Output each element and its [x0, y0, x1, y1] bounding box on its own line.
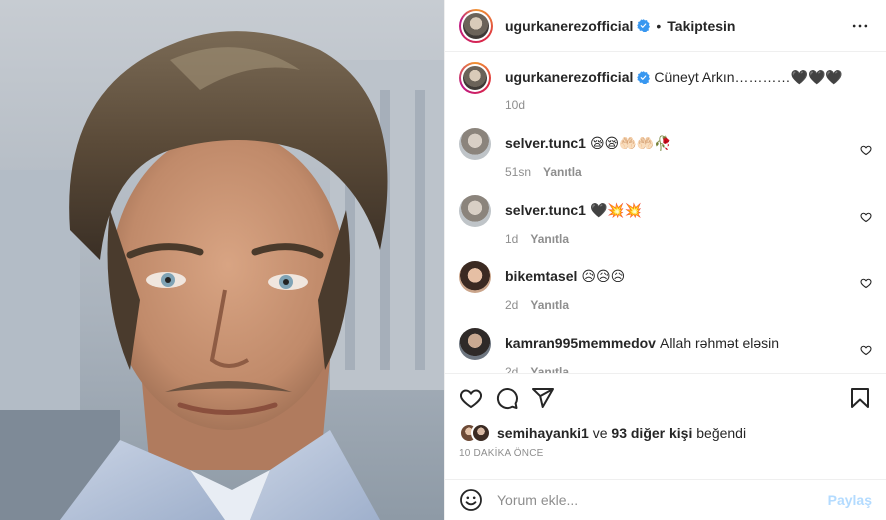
- likes-summary[interactable]: semihayanki1 ve 93 diğer kişi beğendi: [459, 422, 872, 444]
- comment-like-heart-icon[interactable]: [860, 344, 872, 356]
- post-header: ugurkanerezofficial • Takiptesin: [445, 0, 886, 52]
- post-timestamp: 10 DAKİKA ÖNCE: [459, 448, 544, 459]
- post-actions: semihayanki1 ve 93 diğer kişi beğendi 10…: [445, 373, 886, 466]
- post-side-panel: ugurkanerezofficial • Takiptesin ugurkan…: [444, 0, 886, 520]
- emoji-icon[interactable]: [459, 488, 483, 512]
- more-options-icon[interactable]: [848, 14, 872, 38]
- comment-item: kamran995memmedov Allah rəhmət eləsin 2d Y…: [459, 327, 872, 374]
- comment-text: 😪😪🤲🏻🤲🏻🥀: [589, 135, 672, 151]
- commenter-avatar[interactable]: [459, 194, 491, 227]
- comment-time: 2d: [505, 364, 519, 374]
- share-icon[interactable]: [531, 386, 555, 410]
- instagram-post-modal: ugurkanerezofficial • Takiptesin ugurkan…: [0, 0, 886, 520]
- author-username[interactable]: ugurkanerezofficial: [505, 18, 633, 34]
- comment-username[interactable]: selver.tunc1: [505, 135, 586, 151]
- liker-avatar: [471, 423, 491, 443]
- comments-list[interactable]: ugurkanerezofficial Cüneyt Arkın…………🖤🖤🖤 1…: [445, 52, 886, 373]
- caption-time: 10d: [505, 98, 526, 112]
- commenter-avatar[interactable]: [459, 327, 491, 360]
- heart-icon[interactable]: [459, 386, 483, 410]
- reply-button[interactable]: Yanıtla: [543, 165, 582, 179]
- header-separator: •: [656, 17, 662, 34]
- author-avatar[interactable]: [459, 8, 493, 43]
- comment-item: selver.tunc1 😪😪🤲🏻🤲🏻🥀 51sn Yanıtla: [459, 128, 872, 195]
- post-image[interactable]: [0, 0, 444, 520]
- comment-username[interactable]: selver.tunc1: [505, 202, 586, 218]
- comment-item: selver.tunc1 🖤💥💥 1d Yanıtla: [459, 194, 872, 262]
- likes-others[interactable]: 93 diğer kişi: [611, 425, 692, 441]
- likes-suffix: beğendi: [696, 425, 747, 441]
- reply-button[interactable]: Yanıtla: [530, 365, 569, 374]
- comment-username[interactable]: bikemtasel: [505, 268, 577, 284]
- comment-text: 😥😥😥: [581, 268, 626, 284]
- caption-avatar[interactable]: [459, 62, 491, 94]
- bookmark-icon[interactable]: [848, 386, 872, 410]
- caption-text: Cüneyt Arkın…………🖤🖤🖤: [654, 69, 843, 85]
- comment-username[interactable]: kamran995memmedov: [505, 335, 656, 351]
- post-caption: ugurkanerezofficial Cüneyt Arkın…………🖤🖤🖤 1…: [459, 62, 872, 128]
- comment-like-heart-icon[interactable]: [860, 211, 872, 223]
- add-comment-bar: Paylaş: [445, 479, 886, 520]
- comment-text: Allah rəhmət eləsin: [659, 334, 780, 351]
- commenter-avatar[interactable]: [459, 128, 491, 160]
- post-comment-button[interactable]: Paylaş: [828, 492, 872, 508]
- comment-time: 1d: [505, 231, 519, 246]
- verified-badge-icon: [637, 19, 651, 32]
- following-button[interactable]: Takiptesin: [667, 18, 735, 34]
- comment-time: 51sn: [505, 165, 532, 179]
- comment-time: 2d: [505, 298, 519, 312]
- reply-button[interactable]: Yanıtla: [530, 232, 569, 246]
- comment-input[interactable]: [497, 492, 828, 508]
- commenter-avatar[interactable]: [459, 261, 491, 293]
- liker-username[interactable]: semihayanki1: [497, 425, 589, 441]
- comment-like-heart-icon[interactable]: [860, 277, 872, 289]
- comment-like-heart-icon[interactable]: [860, 144, 872, 156]
- comment-item: bikemtasel 😥😥😥 2d Yanıtla: [459, 261, 872, 328]
- comment-icon[interactable]: [495, 386, 519, 410]
- comment-text: 🖤💥💥: [589, 201, 643, 218]
- portrait-illustration: [0, 0, 444, 520]
- caption-username[interactable]: ugurkanerezofficial: [505, 69, 633, 85]
- reply-button[interactable]: Yanıtla: [530, 298, 569, 312]
- action-icons-row: [459, 374, 872, 422]
- likes-connector: ve: [592, 425, 608, 441]
- verified-badge-icon: [637, 71, 651, 84]
